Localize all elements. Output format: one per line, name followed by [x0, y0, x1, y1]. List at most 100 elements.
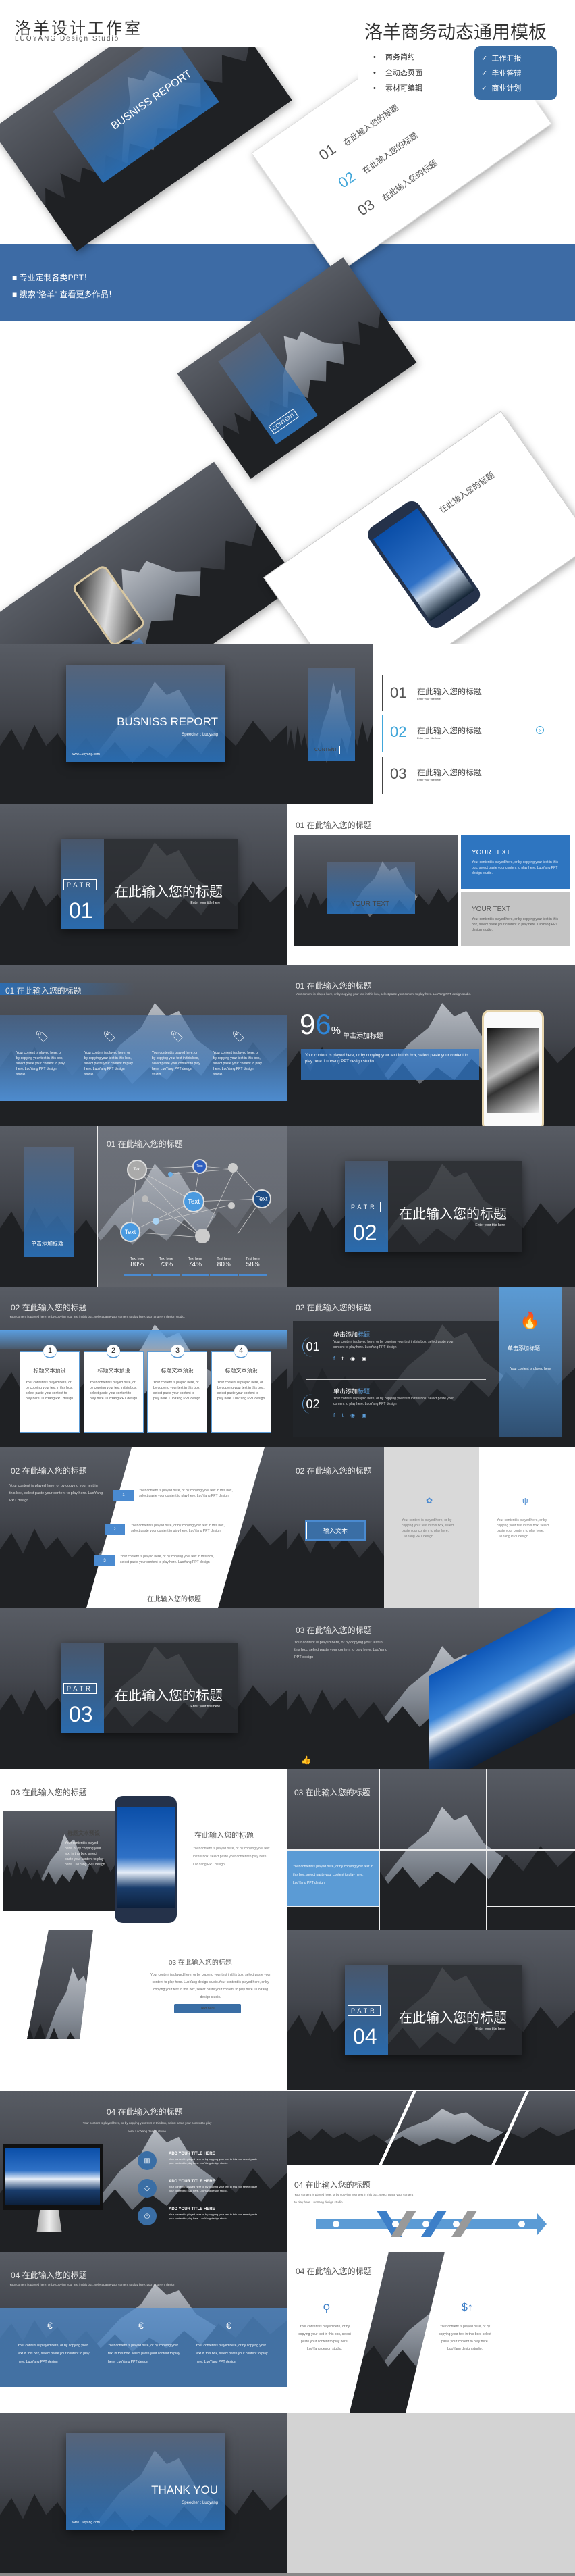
slide-body: Your content is played here, or by copyi…: [294, 1641, 388, 1659]
column-text: Your content is played here, or by copyi…: [298, 2325, 351, 2351]
slide-part-03[interactable]: PATR 03 在此输入您的标题 Enter your title here: [0, 1608, 288, 1769]
slide-04-diagonal[interactable]: 04 在此输入您的标题 ⚲ $↑ Your content is played …: [288, 2252, 575, 2413]
step-number: 2: [105, 1524, 125, 1535]
flame-panel: 🔥 单击添加标题 Your content is played here: [499, 1287, 562, 1437]
text-card-gray: YOUR TEXT Your content is played here, o…: [461, 892, 570, 946]
slanted-photo: [27, 1930, 93, 2039]
slide-03-phone[interactable]: 03 在此输入您的标题 标题文本预设 Your content is playe…: [0, 1769, 288, 1930]
slide-title: 04 在此输入您的标题: [107, 2107, 183, 2117]
step-text: Your content is played here, or by copyi…: [139, 1489, 233, 1498]
part-number: 02: [353, 1220, 377, 1245]
card-number: 3: [171, 1345, 184, 1358]
coin-text: Your content is played here, or by copyi…: [108, 2344, 180, 2364]
social-icons[interactable]: f t ◉ ▣: [333, 1356, 370, 1362]
step-marker: [333, 2221, 339, 2227]
slide-03-photo[interactable]: 03 在此输入您的标题 Your content is played here,…: [288, 1608, 575, 1769]
slide-04-coins[interactable]: 04 在此输入您的标题 Your content is played here,…: [0, 2252, 288, 2387]
contents-item-title[interactable]: 在此输入您的标题: [417, 725, 482, 736]
slide-01-percent[interactable]: 01 在此输入您的标题 Your content is played here,…: [288, 965, 575, 1126]
cover-speaker: Speecher : Luoyang: [182, 733, 218, 737]
part-number: 01: [69, 898, 93, 923]
contents-item-title[interactable]: 在此输入您的标题: [417, 686, 482, 697]
contents-num: 03: [354, 195, 378, 220]
use-cases-box: ✓ 工作汇报 ✓ 毕业答辩 ✓ 商业计划: [474, 46, 557, 100]
stats-table: Text here 80% Text here 73% Text here 74% T…: [123, 1257, 267, 1276]
slide-01-tags[interactable]: 01 在此输入您的标题 🏷 🏷 🏷 🏷 Your content is play…: [0, 965, 288, 1126]
contents-num: 02: [390, 723, 407, 740]
slide-part-04[interactable]: PATR 04 在此输入您的标题 Enter your title here: [288, 1930, 575, 2090]
slide-part-02[interactable]: PATR 02 在此输入您的标题 Enter your title here: [288, 1126, 575, 1287]
item-title[interactable]: 单击添加标题: [333, 1330, 370, 1339]
text-card-blue: YOUR TEXT Your content is played here, o…: [461, 835, 570, 889]
slide-subtitle: Your content is played here, or by copyi…: [82, 2121, 212, 2133]
part-title[interactable]: 在此输入您的标题: [399, 2007, 507, 2026]
slide-03-slanted[interactable]: 03 在此输入您的标题 Your content is played here,…: [0, 1930, 288, 2090]
tag-text: Your content is played here, or by copyi…: [16, 1051, 65, 1077]
slide-02-slant[interactable]: 02 在此输入您的标题 Your content is played here,…: [0, 1447, 288, 1608]
slide-01-network[interactable]: 单击添加标题 01 在此输入您的标题 Text Text Text Text T…: [0, 1126, 288, 1287]
slide-02-cards[interactable]: 02 在此输入您的标题 Your content is played here,…: [0, 1287, 288, 1447]
promo-line-1: ■ 专业定制各类PPT！: [12, 273, 92, 282]
item-number: 02: [302, 1394, 323, 1414]
white-column: ψ Your content is played here, or by cop…: [479, 1447, 575, 1608]
photo-card: YOUR TEXT: [327, 862, 415, 914]
part-number: 03: [69, 1702, 93, 1726]
slide-subtitle: Your content is played here, or by copyi…: [9, 1315, 186, 1318]
coins-icon: €: [226, 2320, 231, 2331]
contents-item-title[interactable]: 在此输入您的标题: [417, 767, 482, 778]
card-title: YOUR TEXT: [472, 906, 511, 913]
thumbs-up-icon: 👍: [301, 1755, 311, 1765]
tag-icon: 🏷: [170, 1031, 184, 1043]
contents-num: 02: [335, 168, 358, 192]
slide-03-grid[interactable]: 03 在此输入您的标题 Your content is played here,…: [288, 1769, 575, 1930]
slide-thank-you[interactable]: THANK YOU Speecher : Luoyang www.Luoyang…: [0, 2413, 288, 2573]
promo-text: 搜索"洛羊" 查看更多作品！: [19, 290, 117, 299]
diamond-icon: ◇: [138, 2179, 157, 2198]
content-card: CONTENT: [218, 332, 318, 445]
gray-column: ✿ Your content is played here, or by cop…: [384, 1447, 479, 1608]
text-box: Your content is played here, or by copyi…: [301, 1049, 479, 1080]
item-title: ADD YOUR TITLE HERE: [169, 2180, 215, 2184]
part-title[interactable]: 在此输入您的标题: [115, 881, 223, 900]
slide-04-monitor[interactable]: 04 在此输入您的标题 Your content is played here,…: [0, 2091, 288, 2252]
promo-text: 专业定制各类PPT！: [19, 273, 92, 282]
next-arrow-icon[interactable]: ›: [536, 726, 544, 734]
slide-01-cards[interactable]: 01 在此输入您的标题 YOUR TEXT YOUR TEXT Your con…: [288, 804, 575, 965]
rss-icon: ◉: [350, 1356, 358, 1362]
card-number: 4: [234, 1345, 248, 1358]
numbered-card: 标题文本预设 Your content is played here, or by…: [84, 1351, 144, 1433]
photo-panel: 标题文本预设 Your content is played here, or b…: [3, 1811, 117, 1911]
contents-item-sub: Enter your title here: [417, 778, 441, 781]
slide-cover[interactable]: BUSNISS REPORT Speecher : Luoyang www.Lu…: [0, 644, 288, 804]
slide-02-columns[interactable]: 02 在此输入您的标题 输入文本 ✿ Your content is playe…: [288, 1447, 575, 1608]
slide-contents[interactable]: CONTENT 01 在此输入您的标题 Enter your title her…: [288, 644, 575, 804]
cover-title: BUSNISS REPORT: [109, 68, 194, 132]
slide-title: 03 在此输入您的标题: [169, 1959, 232, 1967]
text-box: [40, 638, 155, 644]
item-title[interactable]: 单击添加标题: [333, 1387, 370, 1395]
part-subtitle: Enter your title here: [475, 2027, 505, 2031]
part-label: PATR: [348, 2005, 381, 2016]
percent-value: 96%: [300, 1008, 341, 1040]
contents-num: 01: [390, 684, 407, 701]
facebook-icon: f: [333, 1356, 338, 1362]
slide-04-arrow[interactable]: 04 在此输入您的标题 Your content is played here,…: [288, 2091, 575, 2252]
map-icon: ▥: [138, 2151, 157, 2170]
slide-02-items[interactable]: 02 在此输入您的标题 01 单击添加标题 Your content is pl…: [288, 1287, 575, 1447]
tag-text: Your content is played here, or by copyi…: [152, 1051, 200, 1077]
part-title[interactable]: 在此输入您的标题: [399, 1203, 507, 1222]
text-here-button[interactable]: Text here: [174, 2004, 241, 2013]
item-body: Your content is played here or by copyin…: [169, 2185, 258, 2192]
input-text-button[interactable]: 输入文本: [305, 1520, 366, 1541]
check-icon: ✓: [481, 70, 488, 78]
card-body: Your content is played here, or by copyi…: [472, 860, 558, 875]
column-text: Your content is played here, or by copyi…: [497, 1518, 549, 1539]
percent-label[interactable]: 单击添加标题: [343, 1030, 383, 1040]
monitor-image: [3, 2144, 103, 2210]
step-marker: [453, 2221, 460, 2227]
social-icons[interactable]: f t ◉ ▣: [333, 1412, 370, 1418]
slide-title: 04 在此输入您的标题: [296, 2267, 372, 2276]
rss-icon: ◉: [350, 1412, 358, 1418]
slide-part-01[interactable]: PATR 01 在此输入您的标题 Enter your title here: [0, 804, 288, 965]
part-title[interactable]: 在此输入您的标题: [115, 1684, 223, 1704]
